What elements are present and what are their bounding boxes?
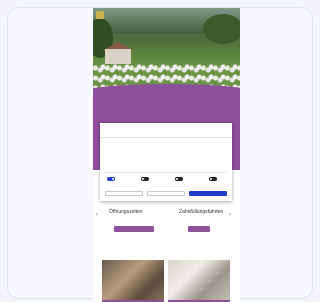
chevron-right-icon[interactable]: › (229, 212, 231, 218)
category-title-rides: Zahnfüllungsfahrten (179, 209, 224, 215)
toggle-preferences[interactable] (141, 177, 149, 181)
category-button-rides[interactable] (188, 226, 210, 232)
chevron-left-icon[interactable]: ‹ (96, 212, 98, 218)
tile-photo-right[interactable] (168, 260, 230, 302)
toggle-necessary[interactable] (107, 177, 115, 181)
allow-all-button[interactable] (189, 191, 227, 196)
allow-selection-button[interactable] (147, 191, 185, 196)
mobile-page-preview: ‹ › Öffnungszeiten Zahnfüllungsfahrten (93, 8, 240, 302)
preferences-switch[interactable] (141, 177, 149, 181)
cookie-consent-dialog (100, 123, 232, 201)
consent-tabs (100, 129, 232, 138)
tile-photo-left[interactable] (102, 260, 164, 302)
toggle-statistics[interactable] (175, 177, 183, 181)
consent-toggles (105, 172, 227, 187)
toggle-marketing[interactable] (209, 177, 217, 181)
deny-button[interactable] (105, 191, 143, 196)
consent-buttons (105, 191, 227, 197)
statistics-switch[interactable] (175, 177, 183, 181)
house (105, 49, 131, 65)
site-logo[interactable] (96, 11, 104, 19)
hero-image (93, 8, 240, 92)
marketing-switch[interactable] (209, 177, 217, 181)
necessary-switch[interactable] (107, 177, 115, 181)
category-title-opening-hours: Öffnungszeiten (109, 209, 143, 215)
category-button-opening-hours[interactable] (114, 226, 154, 232)
